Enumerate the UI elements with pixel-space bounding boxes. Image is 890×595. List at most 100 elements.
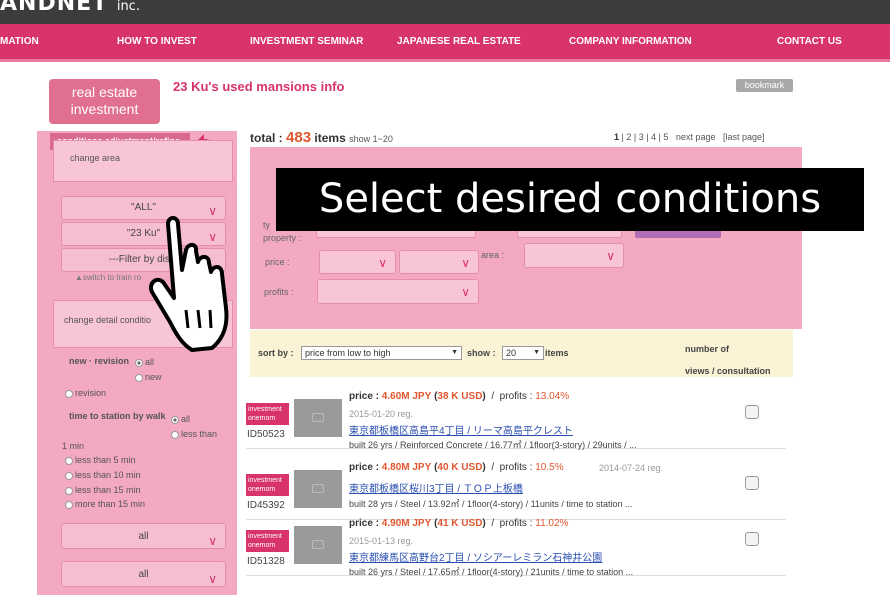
pagination: 1 | 2 | 3 | 4 | 5 next page [last page] bbox=[614, 132, 765, 142]
profits-value: 11.02% bbox=[535, 518, 569, 529]
next-page-link[interactable]: next page bbox=[676, 132, 716, 142]
listing-id: ID51328 bbox=[247, 556, 285, 567]
views-consultation-header: number of views / consultation bbox=[685, 338, 771, 382]
sort-select[interactable]: price from low to high ▼ bbox=[301, 346, 462, 360]
total-label: total : bbox=[250, 131, 283, 145]
investment-badge: investment onemom bbox=[246, 403, 289, 425]
radio-revision[interactable]: revision bbox=[65, 388, 106, 398]
chevron-down-icon: ∨ bbox=[461, 256, 470, 270]
page-links[interactable]: | 2 | 3 | 4 | 5 bbox=[619, 132, 669, 142]
site-logo[interactable]: ANDNET inc. bbox=[0, 0, 140, 16]
radio-lt5[interactable]: less than 5 min bbox=[65, 455, 136, 465]
radio-label: all bbox=[181, 414, 191, 424]
investment-badge: investment onemom bbox=[246, 530, 289, 552]
radio-icon bbox=[65, 456, 73, 465]
property-thumbnail[interactable] bbox=[294, 526, 342, 564]
one-min-label: 1 min bbox=[62, 441, 85, 451]
show-range: show 1~20 bbox=[349, 134, 393, 144]
profits-value: 10.5% bbox=[535, 462, 564, 473]
nav-item-contact-us[interactable]: CONTACT US bbox=[777, 36, 842, 47]
price-jpy: 4.90M JPY bbox=[381, 518, 432, 529]
radio-icon bbox=[65, 471, 73, 480]
compare-checkbox[interactable] bbox=[745, 405, 759, 419]
radio-icon bbox=[65, 389, 73, 398]
nav-item-information[interactable]: MATION bbox=[0, 36, 39, 47]
detail-select-1[interactable]: all ∨ bbox=[61, 523, 226, 549]
compare-checkbox[interactable] bbox=[745, 476, 759, 490]
listing-title-link[interactable]: 東京都板橋区高島平4丁目 / リーマ高島平クレスト bbox=[349, 422, 573, 437]
nav-item-how-to-invest[interactable]: HOW TO INVEST bbox=[117, 36, 197, 47]
area-label: area : bbox=[481, 250, 505, 260]
top-bar: ANDNET inc. bbox=[0, 0, 890, 24]
chevron-down-icon: ∨ bbox=[606, 249, 615, 263]
show-label: show : bbox=[467, 348, 496, 358]
detail-select-2-value: all bbox=[138, 569, 149, 580]
price-label: price : bbox=[349, 391, 380, 402]
profits-label: profits : bbox=[499, 518, 533, 529]
camera-icon bbox=[312, 413, 324, 422]
listing-price: price : 4.80M JPY (40 K USD) / profits :… bbox=[349, 462, 564, 473]
change-area-label: change area bbox=[70, 153, 121, 163]
show-items-label: items bbox=[545, 348, 569, 358]
show-count-select[interactable]: 20 ▼ bbox=[502, 346, 544, 360]
listing-row: investment onemom ID51328 price : 4.90M … bbox=[246, 506, 786, 577]
bookmark-button[interactable]: bookmark bbox=[736, 79, 793, 92]
radio-label: more than 15 min bbox=[75, 499, 146, 509]
property-thumbnail[interactable] bbox=[294, 470, 342, 508]
radio-lt10[interactable]: less than 10 min bbox=[65, 470, 141, 480]
tutorial-caption: Select desired conditions bbox=[276, 168, 864, 231]
time-to-station-label: time to station by walk bbox=[69, 411, 166, 421]
camera-icon bbox=[312, 484, 324, 493]
nav-item-company-information[interactable]: COMPANY INFORMATION bbox=[569, 36, 692, 47]
radio-label: less than 15 min bbox=[75, 485, 141, 495]
radio-label: new bbox=[145, 372, 162, 382]
price-usd: 41 K USD bbox=[437, 518, 483, 529]
registration-date: 2015-01-13 reg. bbox=[349, 536, 414, 546]
profits-value: 13.04% bbox=[535, 391, 570, 402]
profits-label: profits : bbox=[499, 391, 533, 402]
profits-select[interactable]: ∨ bbox=[317, 279, 479, 304]
radio-icon bbox=[135, 373, 143, 382]
nav-item-japanese-real-estate[interactable]: JAPANESE REAL ESTATE bbox=[397, 36, 521, 47]
radio-lt15[interactable]: less than 15 min bbox=[65, 485, 141, 495]
listing-price: price : 4.60M JPY (38 K USD) / profits :… bbox=[349, 391, 570, 402]
listing-title-link[interactable]: 東京都練馬区高野台2丁目 / ソシアーレミラン石神井公園 bbox=[349, 549, 602, 564]
registration-date: 2015-01-20 reg. bbox=[349, 409, 414, 419]
price-min-select[interactable]: ∨ bbox=[319, 250, 396, 274]
price-jpy: 4.60M JPY bbox=[381, 391, 432, 402]
detail-select-2[interactable]: all ∨ bbox=[61, 561, 226, 587]
dropdown-triangle-icon: ▼ bbox=[533, 349, 540, 356]
radio-label: less than 5 min bbox=[75, 455, 136, 465]
price-max-select[interactable]: ∨ bbox=[399, 250, 479, 274]
items-label: items bbox=[314, 131, 346, 145]
compare-checkbox[interactable] bbox=[745, 532, 759, 546]
radio-mt15[interactable]: more than 15 min bbox=[65, 499, 145, 509]
camera-icon bbox=[312, 540, 324, 549]
real-estate-investment-button[interactable]: real estate investment bbox=[49, 79, 160, 124]
views-label-line-1: number of bbox=[685, 344, 729, 354]
radio-time-less-than[interactable]: less than bbox=[171, 429, 217, 439]
radio-new[interactable]: new bbox=[135, 372, 162, 382]
nav-item-investment-seminar[interactable]: INVESTMENT SEMINAR bbox=[250, 36, 363, 47]
last-page-link[interactable]: [last page] bbox=[723, 132, 765, 142]
area-select[interactable]: ∨ bbox=[524, 243, 624, 268]
listing-row: investment onemom ID50523 price : 4.60M … bbox=[246, 379, 786, 450]
detail-select-1-value: all bbox=[138, 531, 149, 542]
new-revision-label: new · revision bbox=[69, 356, 130, 366]
radio-label: revision bbox=[75, 388, 107, 398]
switch-train-route-link[interactable]: ▲switch to train ro bbox=[75, 273, 141, 282]
radio-icon bbox=[65, 486, 73, 495]
hand-pointer-icon bbox=[149, 216, 229, 352]
property-thumbnail[interactable] bbox=[294, 399, 342, 437]
change-area-box: change area bbox=[53, 140, 233, 182]
listing-title-link[interactable]: 東京都板橋区桜川3丁目 / ＴＯＰ上板橋 bbox=[349, 480, 523, 495]
chevron-down-icon: ∨ bbox=[208, 534, 217, 548]
radio-icon bbox=[171, 430, 179, 439]
change-detail-label: change detail conditio bbox=[64, 315, 152, 325]
investment-badge: investment onemom bbox=[246, 474, 289, 496]
radio-time-all[interactable]: all bbox=[171, 414, 190, 424]
registration-date: 2014-07-24 reg. bbox=[599, 463, 664, 473]
dropdown-triangle-icon: ▼ bbox=[451, 349, 458, 356]
results-total: total : 483 items show 1~20 bbox=[250, 129, 393, 146]
listing-price: price : 4.90M JPY (41 K USD) / profits :… bbox=[349, 518, 569, 529]
